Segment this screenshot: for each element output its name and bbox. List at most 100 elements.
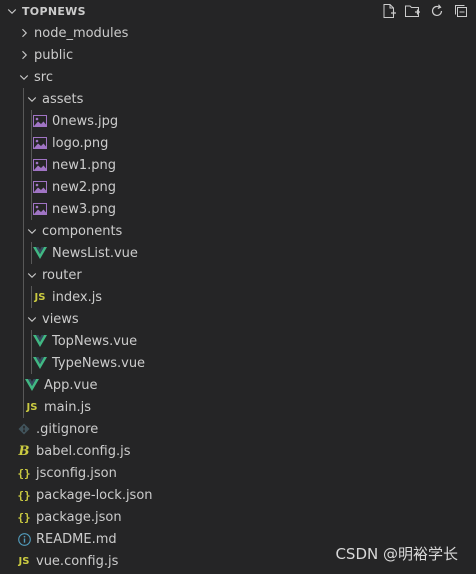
indent-guide [23,352,24,374]
tree-item-label: vue.config.js [36,553,119,569]
explorer-header: TOPNEWS [0,0,476,22]
vue-file-icon [32,333,48,349]
tree-item-label: main.js [44,399,91,415]
tree-item-label: index.js [52,289,103,305]
indent-guide [23,88,24,110]
tree-file-new3-png[interactable]: new3.png [0,198,476,220]
indent-guide [23,308,24,330]
tree-folder-components[interactable]: components [0,220,476,242]
indent-guide [23,330,24,352]
tree-file-0news-jpg[interactable]: 0news.jpg [0,110,476,132]
tree-item-label: jsconfig.json [36,465,117,481]
tree-file-index-js[interactable]: JS index.js [0,286,476,308]
tree-file-app-vue[interactable]: App.vue [0,374,476,396]
tree-file-babel-config-js[interactable]: Bbabel.config.js [0,440,476,462]
new-file-icon[interactable] [380,3,398,19]
json-file-icon: {} [17,510,31,524]
indent-guide [23,396,24,418]
vue-file-icon [32,245,48,261]
indent-guide [31,352,32,374]
file-tree: node_modulespublic src assets 0news.jpg logo… [0,22,476,572]
indent-guide [23,110,24,132]
indent-guide [31,176,32,198]
image-file-icon [32,135,48,151]
tree-item-label: TypeNews.vue [52,355,146,371]
indent-guide [31,242,32,264]
tree-item-label: public [34,47,74,63]
new-folder-icon[interactable] [404,3,422,19]
project-title[interactable]: TOPNEWS [22,5,86,18]
indent-guide [23,220,24,242]
info-file-icon [16,531,32,547]
refresh-icon[interactable] [428,3,446,19]
indent-guide [23,154,24,176]
tree-item-label: babel.config.js [36,443,131,459]
tree-item-label: App.vue [44,377,98,393]
chevron-down-icon [24,267,40,283]
indent-guide [23,264,24,286]
chevron-down-icon [24,223,40,239]
indent-guide [31,110,32,132]
tree-file-main-js[interactable]: JS main.js [0,396,476,418]
json-file-icon: {} [17,466,31,480]
tree-file-package-lock-json[interactable]: {} package-lock.json [0,484,476,506]
tree-file-new2-png[interactable]: new2.png [0,176,476,198]
indent-guide [31,286,32,308]
explorer-actions [380,3,470,19]
tree-folder-public[interactable]: public [0,44,476,66]
tree-item-label: logo.png [52,135,109,151]
tree-file-new1-png[interactable]: new1.png [0,154,476,176]
indent-guide [23,374,24,396]
image-file-icon [32,113,48,129]
tree-folder-router[interactable]: router [0,264,476,286]
js-file-icon: JS [34,291,46,303]
image-file-icon [32,157,48,173]
tree-file--gitignore[interactable]: .gitignore [0,418,476,440]
indent-guide [23,132,24,154]
babel-file-icon: B [18,443,30,459]
git-file-icon [16,421,32,437]
image-file-icon [32,201,48,217]
tree-item-label: .gitignore [36,421,99,437]
tree-item-label: NewsList.vue [52,245,138,261]
indent-guide [23,176,24,198]
chevron-right-icon [16,25,32,41]
scrollbar[interactable] [472,22,476,574]
tree-item-label: new2.png [52,179,117,195]
tree-folder-node-modules[interactable]: node_modules [0,22,476,44]
tree-item-label: assets [42,91,84,107]
tree-item-label: new3.png [52,201,117,217]
tree-item-label: views [42,311,79,327]
tree-folder-src[interactable]: src [0,66,476,88]
indent-guide [31,154,32,176]
chevron-right-icon [16,47,32,63]
tree-folder-views[interactable]: views [0,308,476,330]
tree-file-logo-png[interactable]: logo.png [0,132,476,154]
chevron-down-icon [24,91,40,107]
tree-item-label: 0news.jpg [52,113,119,129]
chevron-down-icon [24,311,40,327]
vue-file-icon [24,377,40,393]
tree-file-topnews-vue[interactable]: TopNews.vue [0,330,476,352]
tree-file-typenews-vue[interactable]: TypeNews.vue [0,352,476,374]
tree-file-newslist-vue[interactable]: NewsList.vue [0,242,476,264]
image-file-icon [32,179,48,195]
tree-item-label: README.md [36,531,117,547]
js-file-icon: JS [26,401,38,413]
tree-file-package-json[interactable]: {} package.json [0,506,476,528]
tree-item-label: src [34,69,53,85]
tree-item-label: components [42,223,123,239]
tree-folder-assets[interactable]: assets [0,88,476,110]
chevron-down-icon[interactable] [4,3,20,19]
indent-guide [31,198,32,220]
tree-file-jsconfig-json[interactable]: {} jsconfig.json [0,462,476,484]
indent-guide [31,330,32,352]
tree-item-label: router [42,267,82,283]
collapse-all-icon[interactable] [452,3,470,19]
indent-guide [31,132,32,154]
chevron-down-icon [16,69,32,85]
tree-item-label: new1.png [52,157,117,173]
tree-item-label: package-lock.json [36,487,153,503]
indent-guide [23,286,24,308]
json-file-icon: {} [17,488,31,502]
